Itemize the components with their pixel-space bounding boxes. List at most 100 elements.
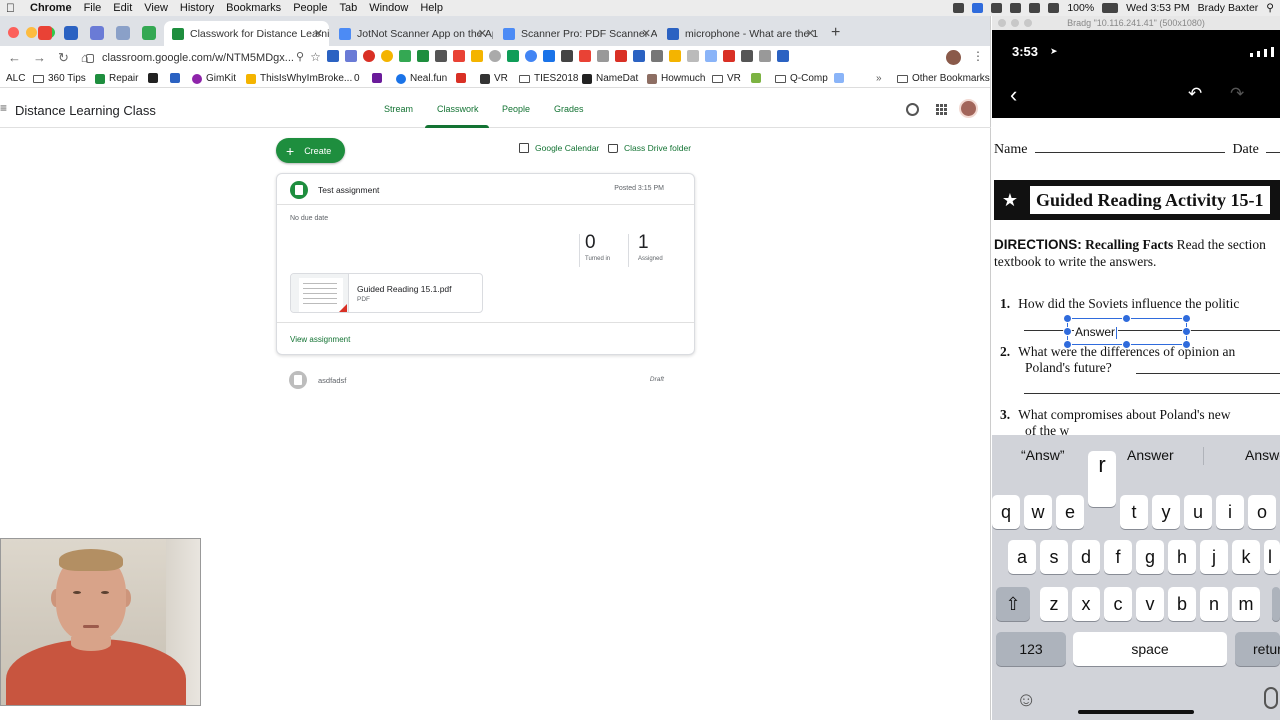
menu-history[interactable]: History — [180, 2, 214, 14]
back-chevron-icon[interactable]: ‹ — [1010, 82, 1017, 108]
new-tab-button[interactable]: + — [831, 24, 840, 42]
extension-icon[interactable] — [434, 50, 447, 62]
bookmark-howmuch[interactable]: Howmuch — [647, 73, 705, 84]
extension-icon[interactable] — [398, 50, 411, 62]
key-n[interactable]: n — [1200, 587, 1228, 621]
resize-handle[interactable] — [1122, 340, 1131, 349]
extension-icon[interactable] — [560, 50, 573, 62]
key-a[interactable]: a — [1008, 540, 1036, 574]
suggestion-3[interactable]: Answers — [1245, 447, 1280, 463]
pinned-tab[interactable] — [90, 26, 104, 40]
close-window-button[interactable] — [998, 19, 1006, 27]
bookmark-extra[interactable] — [372, 73, 386, 83]
key-f[interactable]: f — [1104, 540, 1132, 574]
back-arrow-icon[interactable]: ← — [8, 50, 21, 66]
extension-icon[interactable] — [614, 50, 627, 62]
extension-icon[interactable] — [776, 50, 789, 62]
assigned-stat[interactable]: 1 Assigned — [638, 232, 686, 262]
bookmark-vr-folder[interactable]: VR — [712, 73, 741, 84]
status-icon[interactable] — [953, 3, 965, 13]
close-window-button[interactable] — [8, 27, 19, 38]
key-q[interactable]: q — [992, 495, 1020, 529]
google-calendar-link[interactable]: Google Calendar — [519, 143, 599, 153]
bookmark-q-comp[interactable]: Q-Comp — [775, 73, 828, 84]
suggestion-1[interactable]: “Answ” — [1021, 447, 1065, 463]
account-avatar[interactable] — [959, 99, 978, 118]
bookmark-other[interactable]: Other Bookmarks — [897, 73, 990, 84]
wifi-icon[interactable] — [1029, 3, 1041, 13]
bookmark-extra[interactable] — [751, 73, 765, 83]
pdf-document[interactable]: Name Date ★ Guided Reading Activity 15-1… — [992, 118, 1280, 435]
resize-handle[interactable] — [1063, 340, 1072, 349]
extension-icon[interactable] — [488, 50, 501, 62]
key-c[interactable]: c — [1104, 587, 1132, 621]
tab-microphone[interactable]: microphone - What are the 1 2 ✕ — [659, 21, 821, 46]
extension-icon[interactable] — [722, 50, 735, 62]
key-r-popup[interactable]: r — [1088, 451, 1116, 507]
key-b[interactable]: b — [1168, 587, 1196, 621]
main-menu-icon[interactable]: ≡ — [0, 101, 7, 115]
key-k[interactable]: k — [1232, 540, 1260, 574]
extension-icon[interactable] — [632, 50, 645, 62]
pinned-tab[interactable] — [64, 26, 78, 40]
view-assignment-link[interactable]: View assignment — [290, 335, 350, 344]
menu-bookmarks[interactable]: Bookmarks — [226, 2, 281, 14]
close-tab-icon[interactable]: ✕ — [642, 27, 651, 40]
microphone-icon[interactable] — [1264, 687, 1278, 709]
user-name[interactable]: Brady Baxter — [1198, 2, 1259, 14]
extension-icon[interactable] — [668, 50, 681, 62]
bookmark-extra[interactable] — [148, 73, 162, 83]
emoji-icon[interactable]: ☺ — [1016, 689, 1036, 712]
resize-handle[interactable] — [1063, 327, 1072, 336]
tab-scanner-pro[interactable]: Scanner Pro: PDF Scanner App ✕ — [495, 21, 657, 46]
extension-icon[interactable] — [380, 50, 393, 62]
menu-edit[interactable]: Edit — [113, 2, 132, 14]
menu-help[interactable]: Help — [420, 2, 443, 14]
key-h[interactable]: h — [1168, 540, 1196, 574]
resize-handle[interactable] — [1122, 314, 1131, 323]
key-u[interactable]: u — [1184, 495, 1212, 529]
bookmark-zero[interactable]: 0 — [354, 73, 360, 84]
settings-gear-icon[interactable] — [906, 103, 919, 116]
chrome-menu-icon[interactable]: ⋮ — [972, 49, 984, 63]
key-y[interactable]: y — [1152, 495, 1180, 529]
tab-jotnot[interactable]: JotNot Scanner App on the Ap ✕ — [331, 21, 493, 46]
attachment-pdf[interactable]: Guided Reading 15.1.pdf PDF — [290, 273, 483, 313]
minimize-window-button[interactable] — [26, 27, 37, 38]
bookmark-namedat[interactable]: NameDat — [582, 73, 638, 84]
bookmark-extra[interactable] — [834, 73, 848, 83]
close-tab-icon[interactable]: ✕ — [478, 27, 487, 40]
bookmarks-overflow-icon[interactable]: » — [876, 73, 882, 84]
key-e[interactable]: e — [1056, 495, 1084, 529]
sync-icon[interactable] — [972, 3, 984, 13]
bookmark-360-tips[interactable]: 360 Tips — [33, 73, 86, 84]
extension-icon[interactable] — [524, 50, 537, 62]
class-drive-folder-link[interactable]: Class Drive folder — [608, 143, 691, 153]
bluetooth-icon[interactable] — [1048, 3, 1060, 13]
turned-in-stat[interactable]: 0 Turned in — [585, 232, 633, 262]
bookmark-repair[interactable]: Repair — [95, 73, 138, 84]
mic-icon[interactable] — [991, 3, 1003, 13]
tab-stream[interactable]: Stream — [384, 104, 413, 114]
resize-handle[interactable] — [1182, 314, 1191, 323]
battery-icon[interactable] — [1102, 3, 1119, 13]
extension-icon[interactable] — [758, 50, 771, 62]
key-l[interactable]: l — [1264, 540, 1280, 574]
menu-people[interactable]: People — [293, 2, 327, 14]
key-s[interactable]: s — [1040, 540, 1068, 574]
tab-classwork[interactable]: Classwork for Distance Learnin ✕ — [164, 21, 329, 46]
gmail-pinned-tab[interactable] — [38, 26, 52, 40]
extension-icon[interactable] — [452, 50, 465, 62]
profile-avatar[interactable] — [946, 50, 961, 65]
resize-handle[interactable] — [1182, 327, 1191, 336]
extension-icon[interactable] — [650, 50, 663, 62]
extension-icon[interactable] — [704, 50, 717, 62]
pinned-tab[interactable] — [116, 26, 130, 40]
tab-grades[interactable]: Grades — [554, 104, 584, 114]
resize-handle[interactable] — [1182, 340, 1191, 349]
extension-icon[interactable] — [326, 50, 339, 62]
redo-icon[interactable]: ↷ — [1230, 84, 1244, 104]
bookmark-neal-fun[interactable]: Neal.fun — [396, 73, 447, 84]
extension-icon[interactable] — [542, 50, 555, 62]
apple-icon[interactable]:  — [6, 1, 20, 15]
